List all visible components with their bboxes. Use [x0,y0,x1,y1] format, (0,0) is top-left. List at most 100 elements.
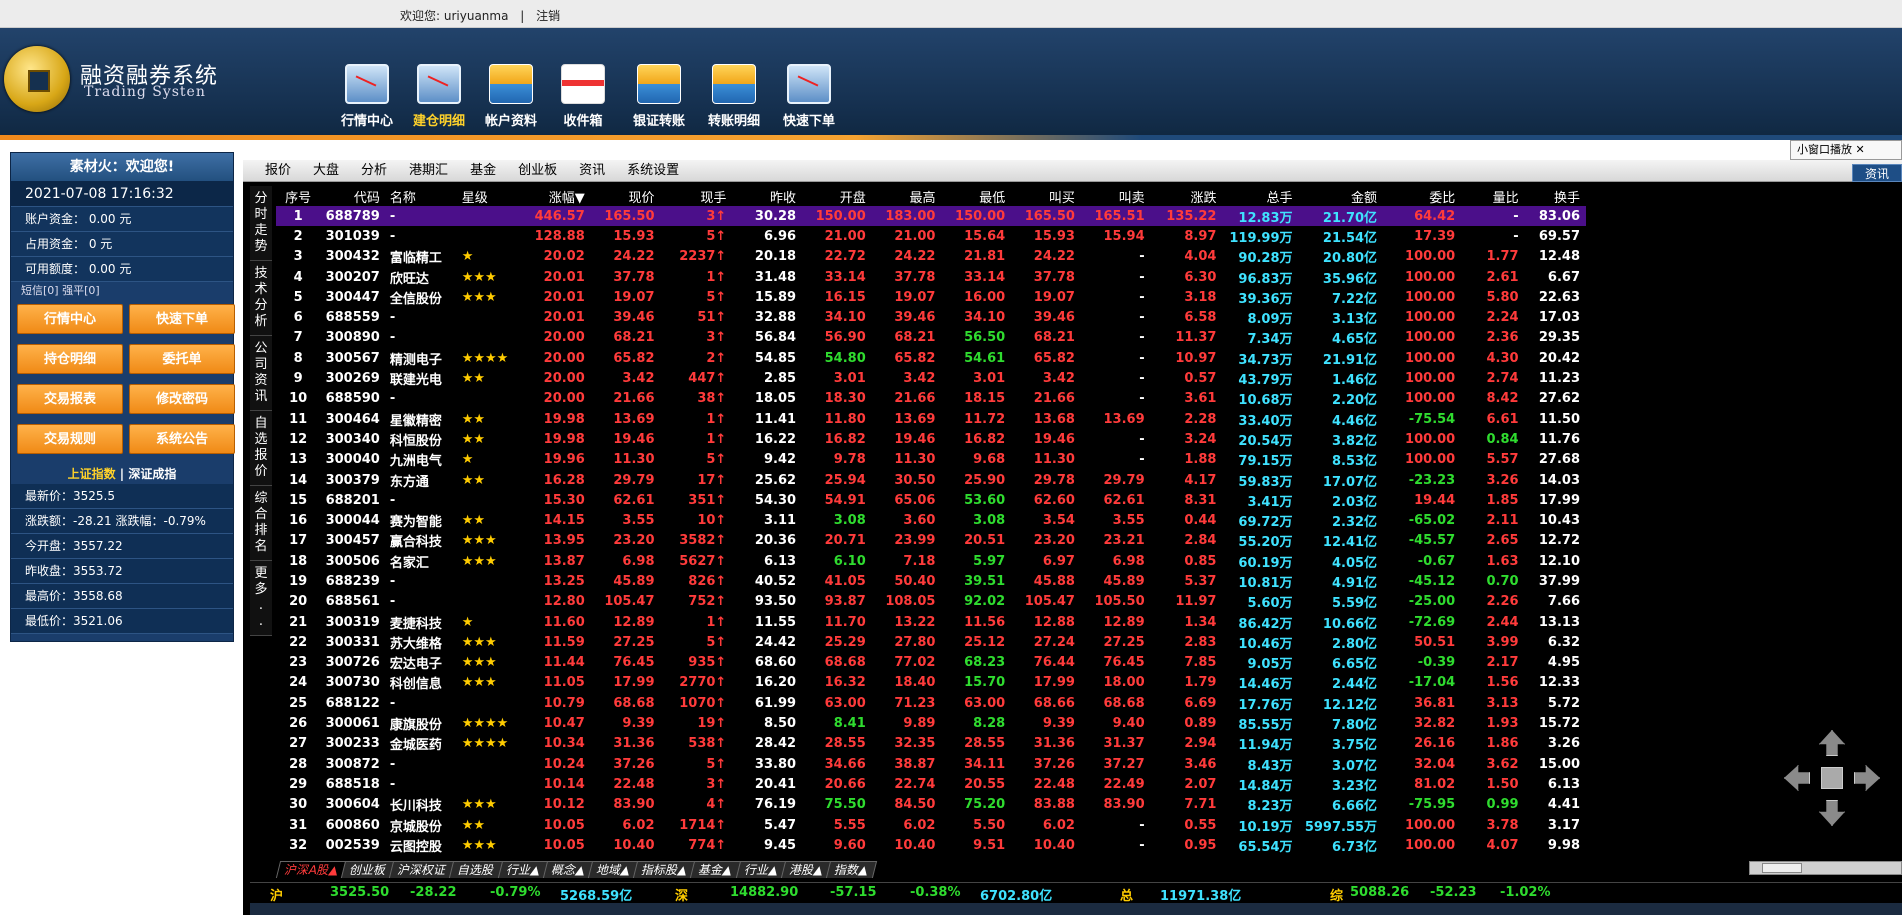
vtab-0[interactable]: 分时走势 [250,186,272,261]
side-button-2[interactable]: 持仓明细 [17,344,123,374]
tab-shenzhen-index[interactable]: 深证成指 [128,467,176,481]
side-button-4[interactable]: 交易报表 [17,384,123,414]
column-header[interactable]: 涨跌 [1151,186,1223,206]
table-row[interactable]: 8 300567 精测电子 ★★★★ 20.00 65.82 2↑ 54.85 54.80 65.… [276,348,1586,368]
bottom-tab-2[interactable]: 沪深权证 [389,861,456,878]
arrow-left-icon[interactable] [1784,765,1810,791]
table-row[interactable]: 18 300506 名家汇 ★★★ 13.87 6.98 5627↑ 6.13 6.10 7.18… [276,551,1586,571]
table-row[interactable]: 3 300432 富临精工 ★ 20.02 24.22 2237↑ 20.18 22.72 24.… [276,247,1586,267]
close-icon[interactable]: ✕ [1856,143,1865,156]
side-button-6[interactable]: 交易规则 [17,424,123,454]
side-button-3[interactable]: 委托单 [129,344,235,374]
column-header[interactable]: 委比 [1383,186,1461,206]
menu-item-5[interactable]: 创业板 [518,160,557,182]
table-row[interactable]: 21 300319 麦捷科技 ★ 11.60 12.89 1↑ 11.55 11.70 13.22… [276,612,1586,632]
side-button-7[interactable]: 系统公告 [129,424,235,454]
mini-window-button[interactable]: 小窗口播放 ✕ [1790,140,1902,160]
nav-6-button[interactable]: 快速下单 [772,64,846,134]
menu-item-0[interactable]: 报价 [265,160,291,182]
table-row[interactable]: 11 300464 星徽精密 ★★ 19.98 13.69 1↑ 11.41 11.80 13.6… [276,409,1586,429]
bottom-tab-10[interactable]: 港股▲ [780,861,833,878]
column-header[interactable]: 序号 [276,186,320,206]
column-header[interactable]: 最高 [872,186,942,206]
news-button[interactable]: 资讯 [1852,164,1902,182]
table-row[interactable]: 26 300061 康旗股份 ★★★★ 10.47 9.39 19↑ 8.50 8.41 9.89… [276,713,1586,733]
nav-4-button[interactable]: 银证转账 [622,64,696,134]
vtab-2[interactable]: 公司资讯 [250,336,272,411]
center-square-icon[interactable] [1821,767,1843,789]
column-header[interactable]: 涨幅▼ [519,186,591,206]
column-header[interactable]: 名称 [386,186,458,206]
table-row[interactable]: 10 688590-20.00 21.66 38↑ 18.05 18.30 21.66 18.… [276,389,1586,409]
table-row[interactable]: 12 300340 科恒股份 ★★ 19.98 19.46 1↑ 16.22 16.82 19.4… [276,429,1586,449]
bottom-tab-8[interactable]: 基金▲ [690,861,742,878]
nav-2-button[interactable]: 帐户资料 [474,64,548,134]
table-row[interactable]: 5 300447 全信股份 ★★★ 20.01 19.07 5↑ 15.89 16.15 19.0… [276,287,1586,307]
menu-item-6[interactable]: 资讯 [579,160,605,182]
column-header[interactable]: 叫买 [1011,186,1081,206]
column-header[interactable]: 总手 [1222,186,1298,206]
menu-item-4[interactable]: 基金 [470,160,496,182]
menu-item-3[interactable]: 港期汇 [409,160,448,182]
table-row[interactable]: 6 688559-20.01 39.46 51↑ 32.88 34.10 39.46 34.1… [276,307,1586,327]
table-row[interactable]: 19 688239- 13.25 45.89 826↑ 40.52 41.05 50.40 39… [276,571,1586,591]
horizontal-scrollbar[interactable] [1749,861,1902,875]
column-header[interactable]: 量比 [1461,186,1524,206]
table-row[interactable]: 9 300269 联建光电 ★★ 20.00 3.42 447↑ 2.85 3.01 3.42 3.… [276,368,1586,388]
table-row[interactable]: 25 688122- 10.79 68.68 1070↑ 61.99 63.00 71.23 6… [276,693,1586,713]
menu-item-7[interactable]: 系统设置 [627,160,679,182]
table-row[interactable]: 27 300233 金城医药 ★★★★ 10.34 31.36 538↑ 28.42 28.55… [276,734,1586,754]
table-row[interactable]: 1 688789-446.57 165.50 3↑ 30.28 150.00 183.00 1… [276,206,1586,227]
side-button-1[interactable]: 快速下单 [129,304,235,334]
bottom-tab-5[interactable]: 概念▲ [542,861,595,878]
bottom-tab-9[interactable]: 行业▲ [735,861,788,878]
arrow-right-icon[interactable] [1854,765,1880,791]
side-button-5[interactable]: 修改密码 [129,384,235,414]
scroll-thumb[interactable] [1762,863,1802,873]
column-header[interactable]: 星级 [458,186,519,206]
menu-item-1[interactable]: 大盘 [313,160,339,182]
table-row[interactable]: 14 300379 东方通 ★★ 16.28 29.79 17↑ 25.62 25.94 30.5… [276,470,1586,490]
menu-item-2[interactable]: 分析 [361,160,387,182]
bottom-tab-7[interactable]: 指标股▲ [633,861,697,878]
table-row[interactable]: 17 300457 赢合科技 ★★★ 13.95 23.20 3582↑ 20.36 20.71… [276,531,1586,551]
table-row[interactable]: 7 300890-20.00 68.21 3↑ 56.84 56.90 68.21 56.50… [276,328,1586,348]
table-row[interactable]: 22 300331 苏大维格 ★★★ 11.59 27.25 5↑ 24.42 25.29 27.… [276,632,1586,652]
arrow-down-icon[interactable] [1819,800,1845,826]
vtab-3[interactable]: 自选报价 [250,411,272,486]
table-row[interactable]: 24 300730 科创信息 ★★★ 11.05 17.99 2770↑ 16.20 16.32… [276,673,1586,693]
column-header[interactable]: 叫卖 [1081,186,1151,206]
table-row[interactable]: 30 300604 长川科技 ★★★ 10.12 83.90 4↑ 76.19 75.50 84.… [276,795,1586,815]
column-header[interactable]: 开盘 [802,186,872,206]
column-header[interactable]: 金额 [1299,186,1384,206]
vtab-5[interactable]: 更多.. [250,561,272,636]
table-row[interactable]: 28 300872- 10.24 37.26 5↑ 33.80 34.66 38.87 34.1… [276,754,1586,774]
tab-shanghai-index[interactable]: 上证指数 [68,467,116,481]
table-row[interactable]: 16 300044 赛为智能 ★★ 14.15 3.55 10↑ 3.11 3.08 3.60 3.… [276,510,1586,530]
bottom-tab-1[interactable]: 创业板 [341,861,396,878]
column-header[interactable]: 现价 [591,186,661,206]
table-row[interactable]: 23 300726 宏达电子 ★★★ 11.44 76.45 935↑ 68.60 68.68 7… [276,653,1586,673]
vtab-1[interactable]: 技术分析 [250,261,272,336]
side-button-0[interactable]: 行情中心 [17,304,123,334]
nav-3-button[interactable]: 收件箱 [546,64,620,134]
table-row[interactable]: 2 301039-128.88 15.93 5↑ 6.96 21.00 21.00 15.64… [276,226,1586,246]
logout-link[interactable]: 注销 [536,9,560,23]
bottom-tab-11[interactable]: 指数▲ [826,861,878,878]
nav-0-button[interactable]: 行情中心 [330,64,404,134]
column-header[interactable]: 现手 [661,186,733,206]
column-header[interactable]: 代码 [320,186,386,206]
arrow-up-icon[interactable] [1819,730,1845,756]
bottom-tab-4[interactable]: 行业▲ [497,861,549,878]
table-row[interactable]: 32 002539 云图控股 ★★★ 10.05 10.40 774↑ 9.45 9.60 10.… [276,835,1586,855]
table-row[interactable]: 4 300207 欣旺达 ★★★ 20.01 37.78 1↑ 31.48 33.14 37.78… [276,267,1586,287]
table-row[interactable]: 29 688518- 10.14 22.48 3↑ 20.41 20.66 22.74 20.5… [276,774,1586,794]
nav-5-button[interactable]: 转账明细 [697,64,771,134]
column-header[interactable]: 昨收 [732,186,802,206]
bottom-tab-0[interactable]: 沪深A股▲ [275,861,348,878]
table-row[interactable]: 15 688201- 15.30 62.61 351↑ 54.30 54.91 65.06 53… [276,490,1586,510]
nav-1-button[interactable]: 建仓明细 [402,64,476,134]
vtab-4[interactable]: 综合排名 [250,486,272,561]
column-header[interactable]: 换手 [1525,186,1586,206]
bottom-tab-6[interactable]: 地域▲ [587,861,640,878]
